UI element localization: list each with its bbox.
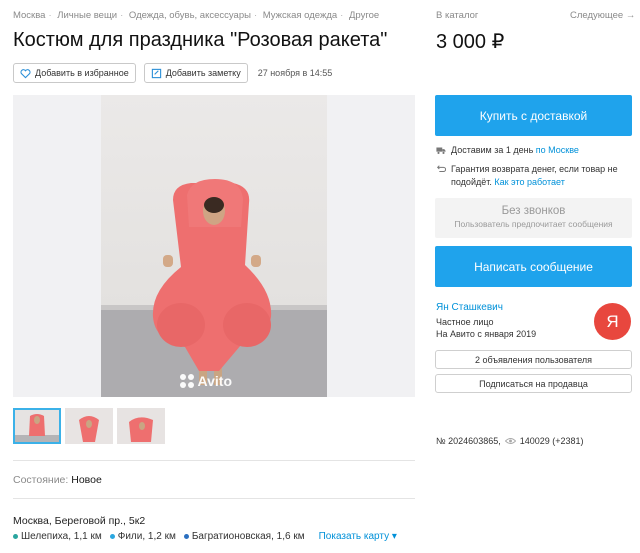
subscribe-seller-button[interactable]: Подписаться на продавца [435,374,632,393]
write-message-button[interactable]: Написать сообщение [435,246,632,287]
breadcrumb-item[interactable]: Одежда, обувь, аксессуары [129,10,251,21]
add-note-button[interactable]: Добавить заметку [143,63,248,83]
heart-icon [20,68,31,78]
thumbnail[interactable] [117,408,165,444]
breadcrumb-item[interactable]: Другое [349,10,379,21]
publish-date: 27 ноября в 14:55 [257,68,333,78]
costume-figure [101,179,327,397]
listing-meta: № 2024603865, 140029 (+2381) [436,436,584,446]
seller-type: Частное лицо [436,317,494,327]
no-calls-subtitle: Пользователь предпочитает сообщения [454,219,613,229]
breadcrumb: Москва · Личные вещи · Одежда, обувь, аксе… [13,10,380,21]
buy-with-delivery-button[interactable]: Купить с доставкой [435,95,632,136]
note-icon [151,68,161,78]
show-map-link[interactable]: Показать карту ▾ [319,531,397,542]
metro-station: Багратионовская, 1,6 км [183,531,305,542]
listing-id: № 2024603865, [436,436,501,446]
metro-list: Шелепиха, 1,1 км Фили, 1,2 км Багратионо… [13,531,397,542]
metro-dot [109,534,115,539]
main-photo[interactable]: Avito [101,95,327,397]
guarantee-info: Гарантия возврата денег, если товар не п… [436,163,626,189]
page-title: Костюм для праздника "Розовая ракета" [13,29,388,51]
thumbnail[interactable] [65,408,113,444]
metro-station: Фили, 1,2 км [109,531,176,542]
condition: Состояние: Новое [13,474,102,486]
user-ads-button[interactable]: 2 объявления пользователя [435,350,632,369]
breadcrumb-item[interactable]: Москва [13,10,45,21]
metro-dot [13,534,18,539]
address: Москва, Береговой пр., 5к2 [13,515,146,527]
listing-actions: Добавить в избранное Добавить заметку 27… [13,63,332,83]
thumbnail-strip [13,408,165,444]
add-favorite-button[interactable]: Добавить в избранное [13,63,136,83]
condition-label: Состояние: [13,474,69,486]
thumbnail[interactable] [13,408,61,444]
truck-icon [436,147,446,154]
no-calls-title: Без звонков [501,205,566,217]
metro-dot [183,534,189,539]
how-it-works-link[interactable]: Как это работает [494,177,564,187]
condition-value: Новое [71,474,102,486]
add-note-label: Добавить заметку [165,68,241,78]
eye-icon [504,438,516,444]
metro-station: Шелепиха, 1,1 км [13,531,102,542]
price: 3 000 ₽ [436,31,505,53]
catalog-link[interactable]: В каталог [436,10,478,21]
delivery-area-link[interactable]: по Москве [536,145,579,155]
breadcrumb-item[interactable]: Личные вещи [57,10,117,21]
add-favorite-label: Добавить в избранное [35,68,129,78]
return-icon [436,165,446,172]
next-listing-link[interactable]: Следующее → [570,10,635,21]
no-calls-notice: Без звонков Пользователь предпочитает со… [435,198,632,238]
divider [13,498,415,499]
photo-gallery[interactable]: Avito [13,95,415,397]
view-count: 140029 (+2381) [519,436,584,446]
seller-name-link[interactable]: Ян Сташкевич [436,302,503,313]
breadcrumb-item[interactable]: Мужская одежда [263,10,337,21]
divider [13,460,415,461]
delivery-info: Доставим за 1 день по Москве [436,144,579,157]
seller-since: На Авито с января 2019 [436,329,537,339]
avatar[interactable]: Я [594,303,631,340]
avito-watermark: Avito [179,373,232,389]
